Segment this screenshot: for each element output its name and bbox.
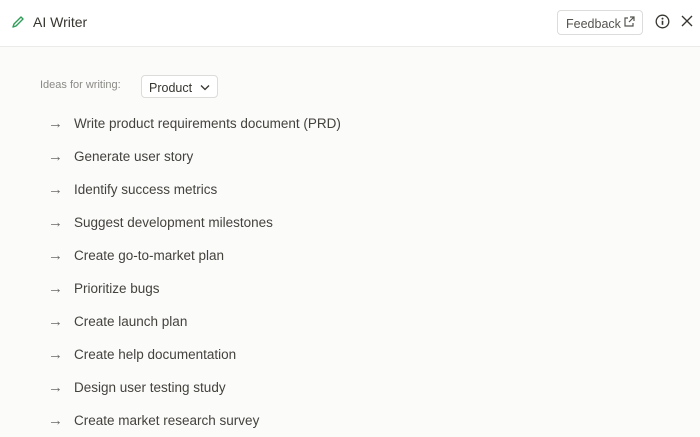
list-item[interactable]: → Create go-to-market plan — [48, 239, 341, 272]
pencil-icon — [12, 16, 24, 28]
page-title: AI Writer — [33, 14, 88, 30]
external-link-icon — [624, 16, 635, 27]
item-label: Create go-to-market plan — [74, 248, 225, 263]
arrow-right-icon: → — [48, 280, 63, 297]
arrow-right-icon: → — [48, 148, 63, 165]
item-label: Create market research survey — [74, 413, 260, 428]
list-item[interactable]: → Write product requirements document (PR… — [48, 107, 341, 140]
feedback-label: Feedback — [566, 17, 621, 31]
chevron-down-icon — [200, 85, 210, 91]
item-label: Identify success metrics — [74, 182, 218, 197]
item-label: Suggest development milestones — [74, 215, 273, 230]
list-item[interactable]: → Create launch plan — [48, 305, 341, 338]
list-item[interactable]: → Prioritize bugs — [48, 272, 341, 305]
item-label: Design user testing study — [74, 380, 226, 395]
header: AI Writer Feedback — [0, 0, 700, 47]
arrow-right-icon: → — [48, 412, 63, 429]
arrow-right-icon: → — [48, 379, 63, 396]
arrow-right-icon: → — [48, 181, 63, 198]
item-label: Prioritize bugs — [74, 281, 160, 296]
feedback-button[interactable]: Feedback — [557, 10, 643, 35]
info-icon[interactable] — [655, 14, 670, 29]
list-item[interactable]: → Design user testing study — [48, 371, 341, 404]
list-item[interactable]: → Create market research survey — [48, 404, 341, 437]
list-item[interactable]: → Suggest development milestones — [48, 206, 341, 239]
arrow-right-icon: → — [48, 115, 63, 132]
item-label: Write product requirements document (PRD… — [74, 116, 341, 131]
item-label: Generate user story — [74, 149, 194, 164]
category-selected: Product — [149, 81, 193, 95]
ideas-list: → Write product requirements document (PR… — [48, 107, 341, 437]
item-label: Create help documentation — [74, 347, 237, 362]
arrow-right-icon: → — [48, 214, 63, 231]
list-item[interactable]: → Create help documentation — [48, 338, 341, 371]
category-select[interactable]: Product — [141, 75, 218, 98]
close-icon[interactable] — [680, 14, 694, 28]
list-item[interactable]: → Identify success metrics — [48, 173, 341, 206]
item-label: Create launch plan — [74, 314, 188, 329]
arrow-right-icon: → — [48, 247, 63, 264]
ideas-label: Ideas for writing: — [40, 79, 121, 91]
arrow-right-icon: → — [48, 313, 63, 330]
list-item[interactable]: → Generate user story — [48, 140, 341, 173]
arrow-right-icon: → — [48, 346, 63, 363]
